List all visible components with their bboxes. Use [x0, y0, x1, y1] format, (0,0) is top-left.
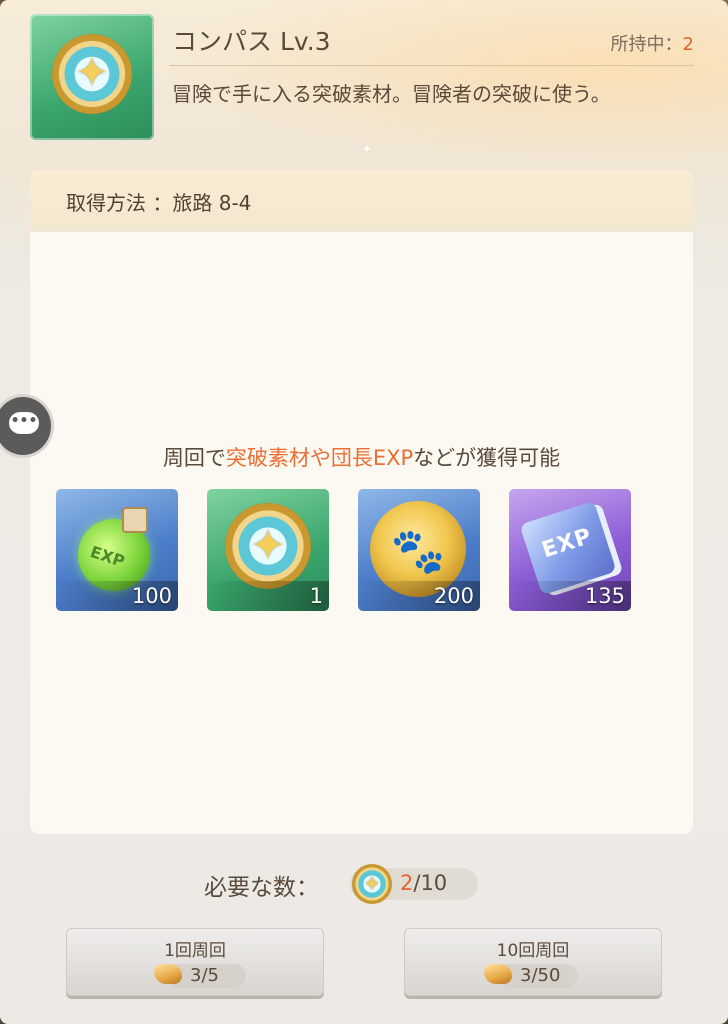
- reward-count: 135: [509, 581, 631, 611]
- have-count: 2: [400, 871, 414, 895]
- title-divider: [170, 65, 694, 66]
- required-count-label: 必要な数：: [204, 875, 319, 901]
- owned-count: 所持中：2: [611, 30, 694, 56]
- item-detail-panel: ✦ ✦ コンパス Lv.3 所持中：2 冒険で手に入る突破素材。冒険者の突破に使…: [0, 0, 728, 1024]
- reward-item-exp-potion[interactable]: EXP 100: [56, 489, 178, 611]
- compass-icon: ✦: [52, 34, 132, 114]
- stage-reward-area: 周回で突破素材や団長EXPなどが獲得可能 EXP 100 ✦ 1 🐾 200 E…: [30, 232, 693, 834]
- item-title: コンパス Lv.3: [172, 27, 331, 56]
- sweep-1-label: 1回周回: [164, 941, 226, 961]
- sweep-1-button[interactable]: 1回周回 3/5: [66, 928, 324, 996]
- bread-icon: [484, 964, 512, 984]
- reward-item-compass[interactable]: ✦ 1: [207, 489, 329, 611]
- reward-caption: 周回で突破素材や団長EXPなどが獲得可能: [30, 442, 693, 472]
- required-count-value: 2/10: [400, 871, 447, 895]
- owned-number: 2: [682, 34, 694, 55]
- sweep-1-cost: 3/5: [190, 965, 219, 986]
- sweep-10-label: 10回周回: [496, 941, 570, 961]
- bread-icon: [154, 964, 182, 984]
- owned-label: 所持中：: [610, 34, 683, 55]
- need-count: /10: [413, 871, 448, 895]
- acquisition-bar: 取得方法 ：旅路 8-4: [30, 170, 693, 230]
- reward-item-paw-coin[interactable]: 🐾 200: [358, 489, 480, 611]
- reward-count: 100: [56, 581, 178, 611]
- sweep-10-cost: 3/50: [520, 965, 561, 986]
- caption-prefix: 周回で: [162, 446, 226, 470]
- reward-count: 1: [207, 581, 329, 611]
- item-icon-frame: ✦: [30, 14, 154, 140]
- potion-cork: [122, 507, 148, 533]
- sweep-10-button[interactable]: 10回周回 3/50: [404, 928, 662, 996]
- sparkle: ✦: [362, 142, 373, 156]
- item-description: 冒険で手に入る突破素材。冒険者の突破に使う。: [172, 82, 611, 106]
- caption-highlight: 突破素材や団長EXP: [225, 446, 414, 470]
- compass-icon: ✦: [352, 864, 392, 904]
- book-label: EXP: [538, 523, 596, 564]
- reward-item-exp-book[interactable]: EXP 135: [509, 489, 631, 611]
- chat-bubble-icon: •••: [9, 412, 39, 434]
- reward-count: 200: [358, 581, 480, 611]
- acquisition-label: 取得方法 ：旅路 8-4: [66, 191, 252, 215]
- compass-icon: ✦: [225, 503, 311, 589]
- caption-suffix: などが獲得可能: [413, 446, 561, 470]
